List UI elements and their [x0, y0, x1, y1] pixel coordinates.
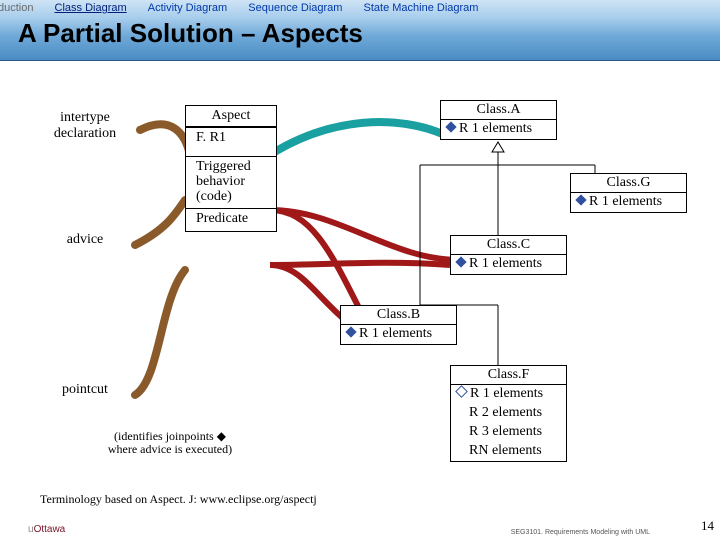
class-f-row-1: R 1 elements	[451, 385, 566, 404]
class-b-row-1: R 1 elements	[341, 325, 456, 344]
cloud-intertype: intertype declaration	[30, 98, 140, 166]
diamond-icon	[575, 194, 586, 205]
diamond-icon	[455, 256, 466, 267]
class-f-row-3: R 3 elements	[451, 423, 566, 442]
class-f: Class.F R 1 elements R 2 elements R 3 el…	[450, 365, 567, 462]
class-g: Class.G R 1 elements	[570, 173, 687, 213]
cloud-advice: advice	[30, 220, 140, 288]
class-g-header: Class.G	[571, 174, 686, 193]
aspect-row-fr1: F. R1	[186, 127, 276, 157]
nav-sequence-diagram[interactable]: Sequence Diagram	[248, 2, 342, 14]
uottawa-logo: uOttawa	[28, 524, 65, 535]
class-b-header: Class.B	[341, 306, 456, 325]
nav-state-machine-diagram[interactable]: State Machine Diagram	[364, 2, 479, 14]
pointcut-note: (identifies joinpoints ◆where advice is …	[85, 430, 255, 456]
class-f-header: Class.F	[451, 366, 566, 385]
aspect-box: Aspect F. R1 Triggered behavior (code) P…	[185, 105, 277, 232]
page-number: 14	[701, 518, 714, 534]
hollow-diamond-icon	[455, 385, 468, 398]
nav-activity-diagram[interactable]: Activity Diagram	[148, 2, 227, 14]
class-b: Class.B R 1 elements	[340, 305, 457, 345]
class-c: Class.C R 1 elements	[450, 235, 567, 275]
cloud-pointcut: pointcut	[30, 370, 140, 438]
cloud-intertype-label: intertype declaration	[54, 110, 116, 141]
class-a-header: Class.A	[441, 101, 556, 120]
class-a: Class.A R 1 elements	[440, 100, 557, 140]
terminology-note: Terminology based on Aspect. J: www.ecli…	[40, 492, 317, 507]
diagram-stage: intertype declaration advice pointcut As…	[0, 60, 720, 540]
class-g-row-1: R 1 elements	[571, 193, 686, 212]
cloud-pointcut-label: pointcut	[62, 382, 108, 397]
class-f-row-2: R 2 elements	[451, 404, 566, 423]
slide-title: A Partial Solution – Aspects	[18, 18, 363, 49]
nav-links: Introduction Class Diagram Activity Diag…	[0, 2, 720, 14]
class-c-header: Class.C	[451, 236, 566, 255]
class-c-row-1: R 1 elements	[451, 255, 566, 274]
class-a-row-1: R 1 elements	[441, 120, 556, 139]
nav-introduction[interactable]: Introduction	[0, 2, 33, 14]
diamond-icon	[345, 326, 356, 337]
aspect-header: Aspect	[186, 106, 276, 127]
diamond-icon	[445, 121, 456, 132]
aspect-row-triggered: Triggered behavior (code)	[186, 157, 276, 209]
nav-class-diagram[interactable]: Class Diagram	[55, 2, 127, 14]
course-code: SEG3101. Requirements Modeling with UML	[511, 529, 650, 536]
cloud-advice-label: advice	[67, 232, 104, 247]
aspect-row-predicate: Predicate	[186, 209, 276, 231]
class-f-row-4: RN elements	[451, 442, 566, 461]
